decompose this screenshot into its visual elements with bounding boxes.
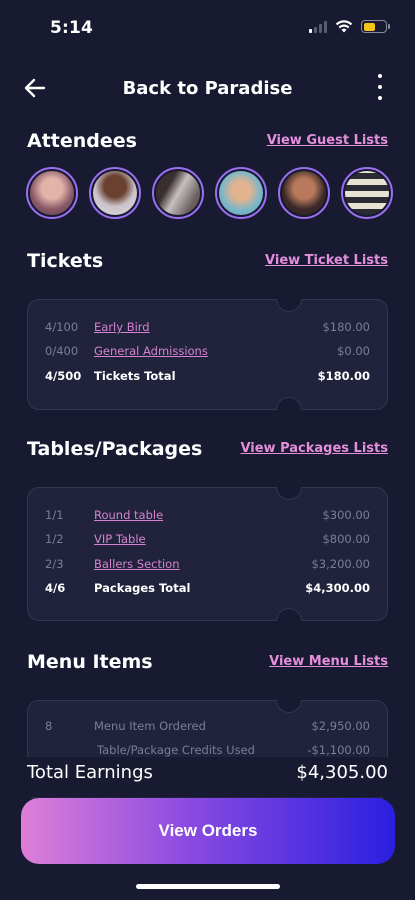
view-guest-lists-link[interactable]: View Guest Lists	[267, 133, 388, 148]
packages-total-amount: $4,300.00	[305, 581, 370, 595]
packages-title: Tables/Packages	[27, 438, 203, 460]
package-amount: $300.00	[322, 508, 370, 522]
package-row: 1/2 VIP Table $800.00	[45, 532, 370, 550]
ticket-amount: $0.00	[337, 344, 370, 358]
package-row: 1/1 Round table $300.00	[45, 508, 370, 526]
battery-icon	[361, 20, 390, 33]
page-title: Back to Paradise	[122, 78, 293, 99]
menu-item-label: Table/Package Credits Used	[97, 743, 255, 757]
ticket-quantity: 0/400	[45, 344, 79, 358]
attendees-title: Attendees	[27, 130, 137, 152]
menu-title: Menu Items	[27, 651, 153, 673]
status-time: 5:14	[50, 18, 94, 38]
avatar[interactable]	[215, 167, 267, 219]
ticket-amount: $180.00	[322, 320, 370, 334]
home-indicator	[136, 884, 280, 889]
menu-amount: -$1,100.00	[307, 743, 370, 757]
package-amount: $800.00	[322, 532, 370, 546]
package-row: 2/3 Ballers Section $3,200.00	[45, 557, 370, 575]
tickets-total-label: Tickets Total	[94, 369, 176, 383]
avatar[interactable]	[26, 167, 78, 219]
view-menu-lists-link[interactable]: View Menu Lists	[269, 654, 388, 669]
total-earnings-value: $4,305.00	[296, 762, 388, 783]
ticket-row: 4/100 Early Bird $180.00	[45, 320, 370, 338]
more-options-icon[interactable]	[375, 74, 385, 100]
view-packages-lists-link[interactable]: View Packages Lists	[240, 441, 388, 456]
tickets-card: 4/100 Early Bird $180.00 0/400 General A…	[27, 299, 388, 410]
menu-amount: $2,950.00	[311, 719, 370, 733]
tickets-total-row: 4/500 Tickets Total $180.00	[45, 369, 370, 387]
wifi-icon	[335, 20, 353, 33]
avatar[interactable]	[341, 167, 393, 219]
packages-card: 1/1 Round table $300.00 1/2 VIP Table $8…	[27, 487, 388, 621]
package-quantity: 1/1	[45, 508, 64, 522]
package-name-link[interactable]: Ballers Section	[94, 557, 180, 571]
avatar[interactable]	[89, 167, 141, 219]
tickets-total-amount: $180.00	[317, 369, 370, 383]
ticket-quantity: 4/100	[45, 320, 79, 334]
packages-total-quantity: 4/6	[45, 581, 66, 595]
packages-section-header: Tables/Packages View Packages Lists	[27, 438, 388, 464]
status-bar: 5:14	[0, 0, 415, 56]
menu-section-header: Menu Items View Menu Lists	[27, 651, 388, 677]
avatar[interactable]	[278, 167, 330, 219]
package-amount: $3,200.00	[311, 557, 370, 571]
tickets-total-quantity: 4/500	[45, 369, 82, 383]
packages-total-row: 4/6 Packages Total $4,300.00	[45, 581, 370, 599]
avatar[interactable]	[152, 167, 204, 219]
ticket-type-link[interactable]: Early Bird	[94, 320, 150, 334]
attendee-avatars	[26, 167, 415, 223]
status-icons	[309, 20, 390, 33]
header: Back to Paradise	[0, 68, 415, 108]
package-quantity: 1/2	[45, 532, 64, 546]
menu-item-label: Menu Item Ordered	[94, 719, 206, 733]
package-name-link[interactable]: VIP Table	[94, 532, 146, 546]
total-earnings-label: Total Earnings	[27, 762, 153, 783]
view-orders-button[interactable]: View Orders	[21, 798, 395, 864]
menu-quantity: 8	[45, 719, 53, 733]
ticket-type-link[interactable]: General Admissions	[94, 344, 208, 358]
packages-total-label: Packages Total	[94, 581, 191, 595]
package-quantity: 2/3	[45, 557, 64, 571]
tickets-section-header: Tickets View Ticket Lists	[27, 250, 388, 276]
tickets-title: Tickets	[27, 250, 104, 272]
ticket-row: 0/400 General Admissions $0.00	[45, 344, 370, 362]
menu-row: 8 Menu Item Ordered $2,950.00	[45, 719, 370, 737]
cellular-signal-icon	[309, 20, 327, 33]
package-name-link[interactable]: Round table	[94, 508, 163, 522]
total-earnings-bar: Total Earnings $4,305.00	[0, 757, 415, 797]
view-ticket-lists-link[interactable]: View Ticket Lists	[265, 253, 388, 268]
attendees-section-header: Attendees View Guest Lists	[27, 130, 388, 156]
